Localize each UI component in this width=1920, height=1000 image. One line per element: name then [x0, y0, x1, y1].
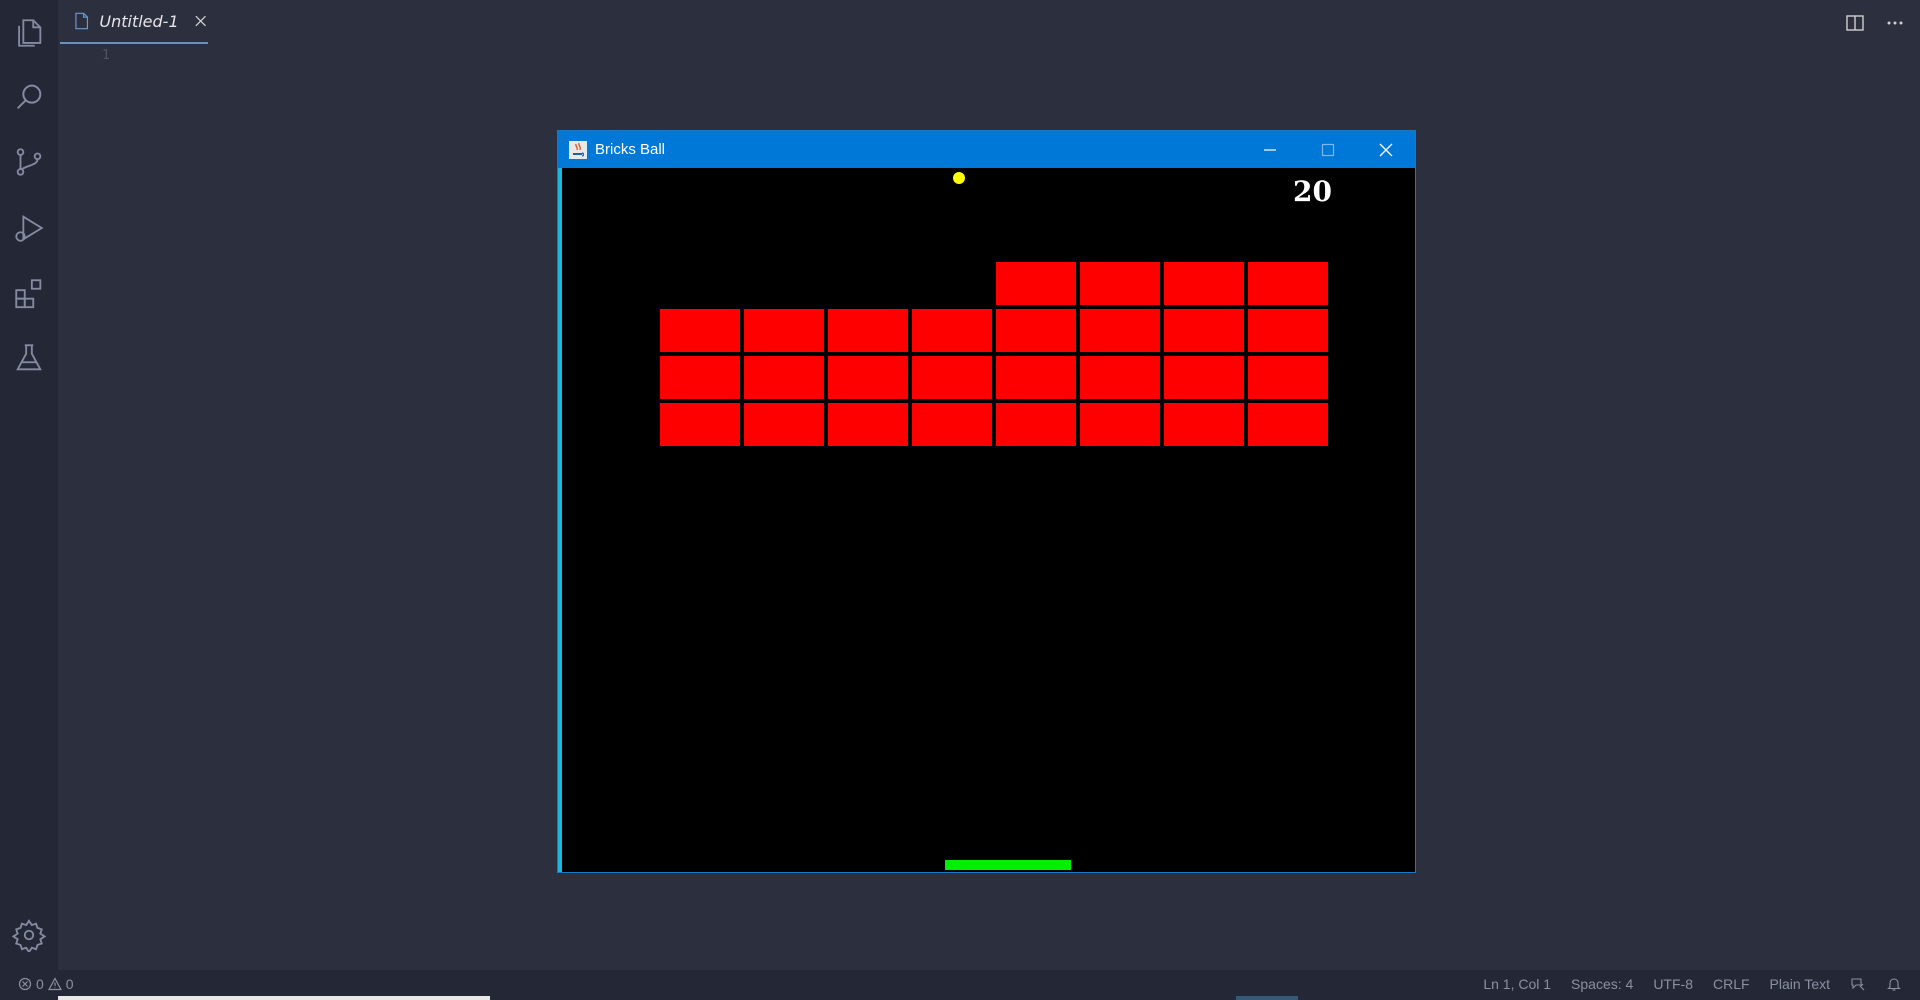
- extensions-button[interactable]: [0, 264, 58, 322]
- brick: [660, 309, 740, 352]
- maximize-button[interactable]: [1299, 131, 1357, 168]
- tab-bar: Untitled-1: [58, 0, 1920, 46]
- java-app-icon: [569, 140, 587, 159]
- warning-icon: [47, 977, 62, 991]
- source-control-button[interactable]: [0, 133, 58, 191]
- tab-label: Untitled-1: [99, 11, 179, 31]
- line-number: 1: [102, 48, 110, 63]
- error-icon: [18, 977, 32, 991]
- cursor-position[interactable]: Ln 1, Col 1: [1483, 976, 1551, 992]
- close-icon[interactable]: [193, 13, 208, 29]
- gear-icon: [12, 919, 46, 952]
- error-count: 0: [36, 976, 44, 992]
- explorer-icon: [18, 19, 42, 47]
- explorer-button[interactable]: [0, 4, 58, 62]
- language-mode[interactable]: Plain Text: [1770, 976, 1830, 992]
- brick: [744, 356, 824, 399]
- score: 20: [1293, 175, 1332, 208]
- indentation[interactable]: Spaces: 4: [1571, 976, 1633, 992]
- ball: [953, 172, 965, 184]
- extensions-icon: [15, 279, 42, 309]
- game-left-wall: [558, 168, 562, 872]
- testing-button[interactable]: [0, 329, 58, 387]
- window-controls: [1241, 131, 1415, 168]
- brick: [744, 403, 824, 446]
- brick: [828, 356, 908, 399]
- brick: [1164, 403, 1244, 446]
- file-icon: [75, 12, 89, 30]
- brick: [996, 356, 1076, 399]
- taskbar-strip-highlight: [1236, 996, 1298, 1000]
- brick: [1248, 403, 1328, 446]
- activity-bar: [0, 0, 58, 970]
- settings-button[interactable]: [0, 906, 58, 964]
- brick: [828, 403, 908, 446]
- run-debug-button[interactable]: [0, 199, 58, 257]
- brick: [1164, 356, 1244, 399]
- brick: [1248, 309, 1328, 352]
- brick: [912, 403, 992, 446]
- paddle[interactable]: [945, 860, 1071, 870]
- game-window[interactable]: Bricks Ball 20: [557, 130, 1416, 873]
- brick: [1080, 403, 1160, 446]
- brick: [660, 403, 740, 446]
- brick: [1080, 262, 1160, 305]
- brick: [828, 309, 908, 352]
- feedback-icon[interactable]: [1850, 976, 1866, 992]
- desktop: Untitled-1 1 Bricks Ball 20 0 0 Ln 1, Co…: [0, 0, 1920, 1000]
- run-debug-icon: [15, 215, 44, 242]
- brick: [744, 309, 824, 352]
- brick: [996, 262, 1076, 305]
- brick: [660, 356, 740, 399]
- search-button[interactable]: [0, 68, 58, 126]
- brick: [996, 309, 1076, 352]
- minimize-icon: [1264, 148, 1276, 151]
- close-button[interactable]: [1357, 131, 1415, 168]
- maximize-icon: [1321, 143, 1335, 156]
- search-icon: [16, 84, 42, 110]
- problems-indicator[interactable]: 0 0: [18, 976, 74, 992]
- game-canvas[interactable]: 20: [558, 168, 1415, 872]
- brick: [912, 309, 992, 352]
- taskbar-strip: [58, 996, 490, 1000]
- brick: [996, 403, 1076, 446]
- tab-untitled-1[interactable]: Untitled-1: [60, 0, 208, 44]
- warning-count: 0: [65, 976, 74, 992]
- brick: [912, 356, 992, 399]
- end-of-line[interactable]: CRLF: [1713, 976, 1750, 992]
- game-window-titlebar[interactable]: Bricks Ball: [558, 131, 1415, 168]
- game-window-title: Bricks Ball: [595, 141, 666, 158]
- brick: [1080, 309, 1160, 352]
- source-control-icon: [16, 148, 42, 176]
- brick: [1248, 356, 1328, 399]
- brick: [1164, 262, 1244, 305]
- encoding[interactable]: UTF-8: [1653, 976, 1693, 992]
- close-icon: [1379, 143, 1393, 156]
- more-actions-icon[interactable]: [1884, 12, 1906, 34]
- minimize-button[interactable]: [1241, 131, 1299, 168]
- brick: [1248, 262, 1328, 305]
- editor-actions: [1844, 12, 1906, 34]
- status-bar-right: Ln 1, Col 1 Spaces: 4 UTF-8 CRLF Plain T…: [1483, 976, 1902, 992]
- bell-icon[interactable]: [1886, 976, 1902, 992]
- testing-icon: [16, 344, 42, 371]
- brick: [1164, 309, 1244, 352]
- brick: [1080, 356, 1160, 399]
- split-editor-icon[interactable]: [1844, 12, 1866, 34]
